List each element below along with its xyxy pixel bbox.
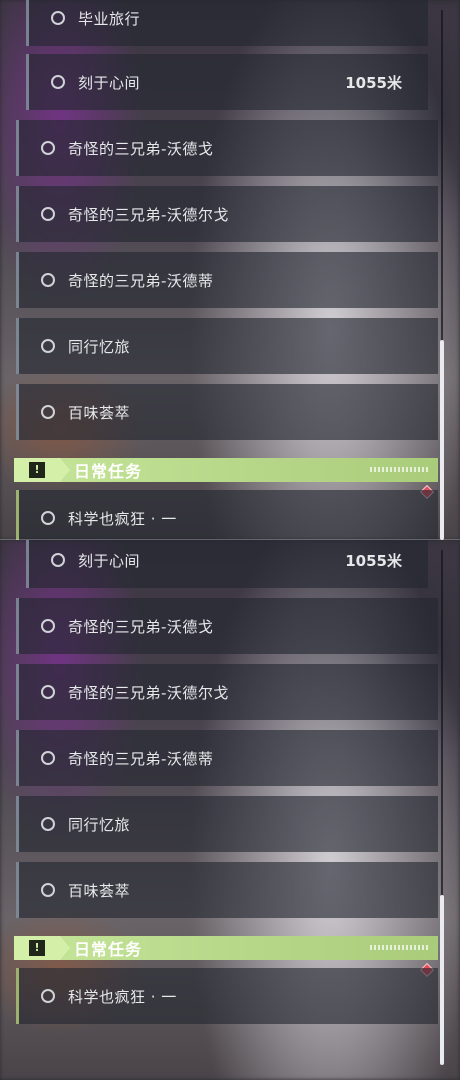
quest-label: 同行忆旅 [68,337,131,356]
quest-list-panel-bottom: 刻于心间 1055米 奇怪的三兄弟-沃德戈 奇怪的三兄弟-沃德尔戈 奇怪的三兄弟… [0,540,460,1080]
quest-label: 百味荟萃 [68,881,131,900]
quest-label: 奇怪的三兄弟-沃德戈 [68,139,214,158]
circle-ring-icon [41,619,55,633]
quest-row[interactable]: 奇怪的三兄弟-沃德尔戈 [16,186,438,242]
quest-label: 同行忆旅 [68,815,131,834]
section-header-daily[interactable]: ! 日常任务 [14,458,438,482]
scrollbar-thumb[interactable] [440,340,444,540]
circle-ring-icon [51,75,65,89]
quest-label: 奇怪的三兄弟-沃德蒂 [68,271,214,290]
quest-label: 奇怪的三兄弟-沃德戈 [68,617,214,636]
quest-row[interactable]: 奇怪的三兄弟-沃德蒂 [16,252,438,308]
circle-ring-icon [41,989,55,1003]
section-title: 日常任务 [74,462,143,481]
quest-label: 毕业旅行 [78,9,141,28]
quest-row[interactable]: 百味荟萃 [16,384,438,440]
circle-ring-icon [41,207,55,221]
quest-label: 奇怪的三兄弟-沃德尔戈 [68,683,229,702]
circle-ring-icon [41,751,55,765]
exclamation-box-icon: ! [14,458,60,482]
quest-row[interactable]: 毕业旅行 [26,0,428,46]
circle-ring-icon [41,141,55,155]
quest-row[interactable]: 百味荟萃 [16,862,438,918]
circle-ring-icon [41,883,55,897]
quest-label: 百味荟萃 [68,403,131,422]
quest-row-daily[interactable]: 科学也疯狂 · 一 [16,490,438,540]
quest-row[interactable]: 刻于心间 1055米 [26,54,428,110]
quest-label: 奇怪的三兄弟-沃德尔戈 [68,205,229,224]
quest-row-daily[interactable]: 科学也疯狂 · 一 [16,968,438,1024]
quest-distance: 1055米 [345,551,402,570]
quest-label: 科学也疯狂 · 一 [68,509,177,528]
quest-row[interactable]: 奇怪的三兄弟-沃德尔戈 [16,664,438,720]
circle-ring-icon [41,339,55,353]
quest-label: 科学也疯狂 · 一 [68,987,177,1006]
quest-row[interactable]: 奇怪的三兄弟-沃德戈 [16,120,438,176]
section-header-daily[interactable]: ! 日常任务 [14,936,438,960]
quest-row[interactable]: 奇怪的三兄弟-沃德蒂 [16,730,438,786]
section-decoration [370,467,430,472]
section-decoration [370,945,430,950]
circle-ring-icon [41,273,55,287]
exclamation-box-icon: ! [14,936,60,960]
circle-ring-icon [41,685,55,699]
circle-ring-icon [41,511,55,525]
quest-row[interactable]: 刻于心间 1055米 [26,540,428,588]
section-notch [60,458,70,482]
quest-row[interactable]: 同行忆旅 [16,796,438,852]
quest-label: 奇怪的三兄弟-沃德蒂 [68,749,214,768]
section-notch [60,936,70,960]
circle-ring-icon [41,405,55,419]
circle-ring-icon [51,553,65,567]
circle-ring-icon [41,817,55,831]
quest-row[interactable]: 同行忆旅 [16,318,438,374]
scrollbar-thumb[interactable] [440,895,444,1065]
quest-row[interactable]: 奇怪的三兄弟-沃德戈 [16,598,438,654]
quest-list-panel-top: 毕业旅行 刻于心间 1055米 奇怪的三兄弟-沃德戈 奇怪的三兄弟-沃德尔戈 奇… [0,0,460,540]
quest-label: 刻于心间 [78,551,141,570]
section-title: 日常任务 [74,940,143,959]
quest-label: 刻于心间 [78,73,141,92]
quest-distance: 1055米 [345,73,402,92]
circle-ring-icon [51,11,65,25]
